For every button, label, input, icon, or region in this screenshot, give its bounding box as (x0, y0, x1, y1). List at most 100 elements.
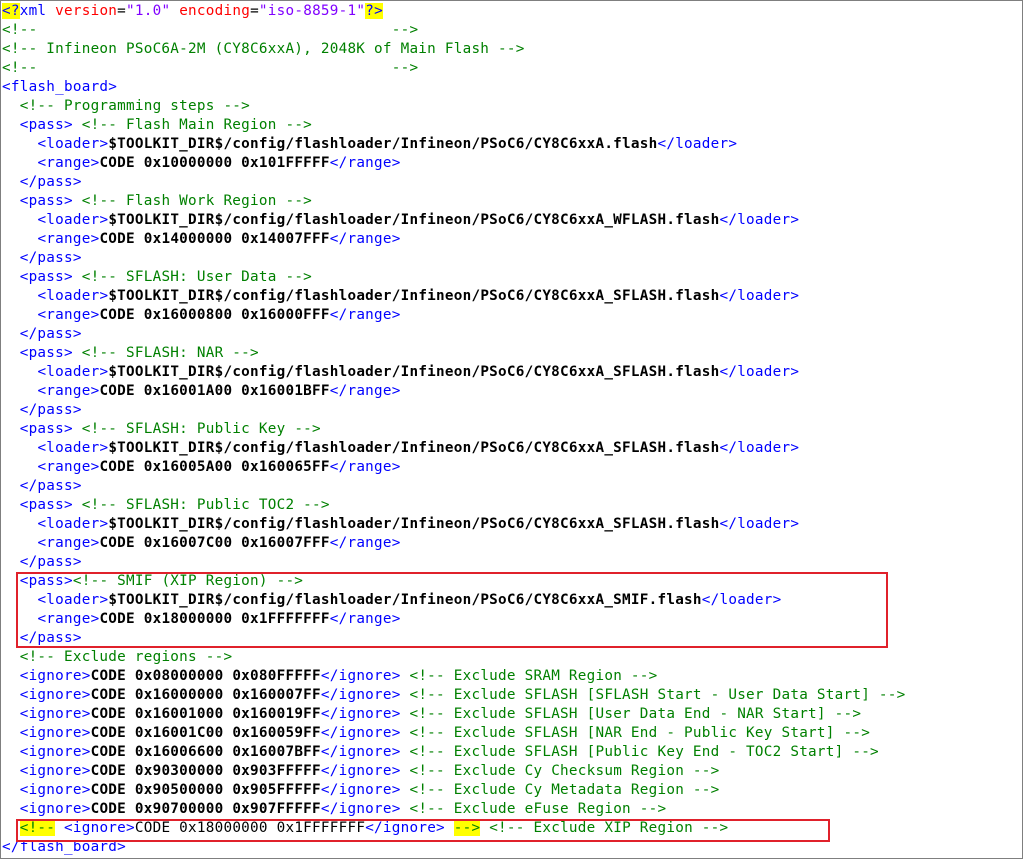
code-token: <loader> (37, 440, 109, 456)
code-line: <flash_board> (2, 78, 117, 97)
code-token: <range> (37, 383, 100, 399)
code-token: <!-- Flash Work Region --> (81, 193, 313, 209)
code-line: <range>CODE 0x18000000 0x1FFFFFFF</range… (2, 610, 401, 629)
code-token: <!-- Exclude SFLASH [Public Key End - TO… (409, 744, 879, 760)
code-token: CODE 0x16000000 0x160007FF (90, 687, 321, 703)
code-token: <!-- SFLASH: NAR --> (81, 345, 259, 361)
code-token: xml (19, 3, 56, 19)
code-token: <pass> (19, 573, 73, 589)
code-token: <pass> (19, 193, 73, 209)
code-token: <loader> (37, 592, 109, 608)
code-token: <range> (37, 611, 100, 627)
code-token: <ignore> (19, 782, 91, 798)
code-token: <!-- --> (2, 22, 419, 38)
code-token: <ignore> (19, 725, 91, 741)
code-token: <range> (37, 155, 100, 171)
code-token: <ignore> (19, 687, 91, 703)
code-line: <loader>$TOOLKIT_DIR$/config/flashloader… (2, 363, 799, 382)
code-token: </ignore> (320, 668, 401, 684)
code-token: <range> (37, 307, 100, 323)
code-line: <!-- --> (2, 59, 418, 78)
code-line: <pass><!-- SMIF (XIP Region) --> (2, 572, 303, 591)
code-token: <!-- Exclude SFLASH [User Data End - NAR… (409, 706, 862, 722)
code-token: <!-- Flash Main Region --> (81, 117, 313, 133)
code-line: <ignore>CODE 0x16000000 0x160007FF</igno… (2, 686, 906, 705)
xml-code-editor[interactable]: <?xml version="1.0" encoding="iso-8859-1… (0, 0, 1023, 859)
code-line: <ignore>CODE 0x16001C00 0x160059FF</igno… (2, 724, 870, 743)
code-token: ?> (365, 3, 383, 19)
code-token: $TOOLKIT_DIR$/config/flashloader/Infineo… (108, 516, 720, 532)
code-line: <range>CODE 0x16005A00 0x160065FF</range… (2, 458, 401, 477)
code-line: <ignore>CODE 0x90700000 0x907FFFFF</igno… (2, 800, 666, 819)
code-token: </range> (329, 231, 401, 247)
code-token: <!-- SFLASH: Public TOC2 --> (81, 497, 330, 513)
code-line: <loader>$TOOLKIT_DIR$/config/flashloader… (2, 211, 799, 230)
code-line: </pass> (2, 173, 82, 192)
code-line: <ignore>CODE 0x16001000 0x160019FF</igno… (2, 705, 861, 724)
code-token: </loader> (719, 288, 800, 304)
code-token: "iso-8859-1" (258, 3, 366, 19)
code-token: </pass> (19, 630, 82, 646)
code-token: <range> (37, 459, 100, 475)
code-token: CODE 0x14000000 0x14007FFF (99, 231, 330, 247)
code-line: <pass> <!-- Flash Main Region --> (2, 116, 312, 135)
code-token: </loader> (719, 212, 800, 228)
code-token: CODE 0x16007C00 0x16007FFF (99, 535, 330, 551)
code-line: </pass> (2, 477, 82, 496)
code-token: </range> (329, 383, 401, 399)
code-token: <!-- Exclude SFLASH [NAR End - Public Ke… (409, 725, 871, 741)
code-token: CODE 0x18000000 0x1FFFFFFF (99, 611, 330, 627)
code-token: <!-- Exclude SRAM Region --> (409, 668, 658, 684)
code-token: <pass> (19, 421, 73, 437)
code-token: </pass> (19, 174, 82, 190)
code-token: = (250, 3, 259, 19)
code-token: </pass> (19, 402, 82, 418)
code-token: <ignore> (19, 744, 91, 760)
code-token: </pass> (19, 250, 82, 266)
code-line: <pass> <!-- SFLASH: Public TOC2 --> (2, 496, 330, 515)
code-line: <!-- --> (2, 21, 418, 40)
code-token: </loader> (719, 440, 800, 456)
code-token: <ignore> (19, 763, 91, 779)
code-line: </pass> (2, 629, 82, 648)
code-token: CODE 0x08000000 0x080FFFFF (90, 668, 321, 684)
code-token: </range> (329, 155, 401, 171)
code-line: <loader>$TOOLKIT_DIR$/config/flashloader… (2, 135, 737, 154)
code-token: <!-- Infineon PSoC6A-2M (CY8C6xxA), 2048… (2, 41, 525, 57)
code-token: <!-- Exclude eFuse Region --> (409, 801, 667, 817)
code-line: <pass> <!-- SFLASH: NAR --> (2, 344, 259, 363)
code-line: <range>CODE 0x10000000 0x101FFFFF</range… (2, 154, 401, 173)
code-line: <ignore>CODE 0x90300000 0x903FFFFF</igno… (2, 762, 720, 781)
code-token: <ignore> (19, 706, 91, 722)
code-token: <ignore> (19, 801, 91, 817)
code-token: </ignore> (365, 820, 445, 836)
code-token: </pass> (19, 478, 82, 494)
code-token: <range> (37, 535, 100, 551)
code-token: <loader> (37, 288, 109, 304)
code-token: </ignore> (320, 744, 401, 760)
